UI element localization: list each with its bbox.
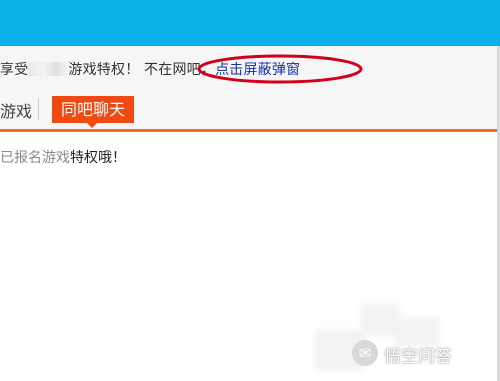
mail-icon: ✉ bbox=[352, 340, 378, 366]
content-text-faded: 已报名游戏 bbox=[0, 150, 70, 166]
watermark: ✉ 悟空问答 bbox=[352, 337, 498, 371]
tab-divider bbox=[38, 98, 39, 120]
title-bar bbox=[0, 0, 500, 46]
watermark-text: 悟空问答 bbox=[384, 347, 452, 367]
notice-text-a: 享受 bbox=[0, 62, 29, 78]
page: 享受 游戏特权！ 不在网吧，点击屏蔽弹窗 游戏 同吧聊天 已报名游戏特权哦！ ✉ … bbox=[0, 0, 500, 381]
red-circle-annotation bbox=[197, 54, 363, 84]
mosaic-block bbox=[360, 305, 400, 335]
tab-game[interactable]: 游戏 bbox=[0, 98, 32, 122]
tab-bar: 游戏 同吧聊天 bbox=[0, 88, 500, 130]
redacted-text bbox=[28, 62, 69, 76]
tab-underline bbox=[0, 129, 500, 132]
tab-chat[interactable]: 同吧聊天 bbox=[52, 96, 135, 123]
notice-text-b: 游戏特权！ 不在网吧， bbox=[68, 62, 216, 78]
content-message: 已报名游戏特权哦！ bbox=[0, 147, 126, 167]
active-tab-pointer bbox=[86, 122, 98, 128]
content-text-main: 特权哦！ bbox=[70, 150, 126, 166]
